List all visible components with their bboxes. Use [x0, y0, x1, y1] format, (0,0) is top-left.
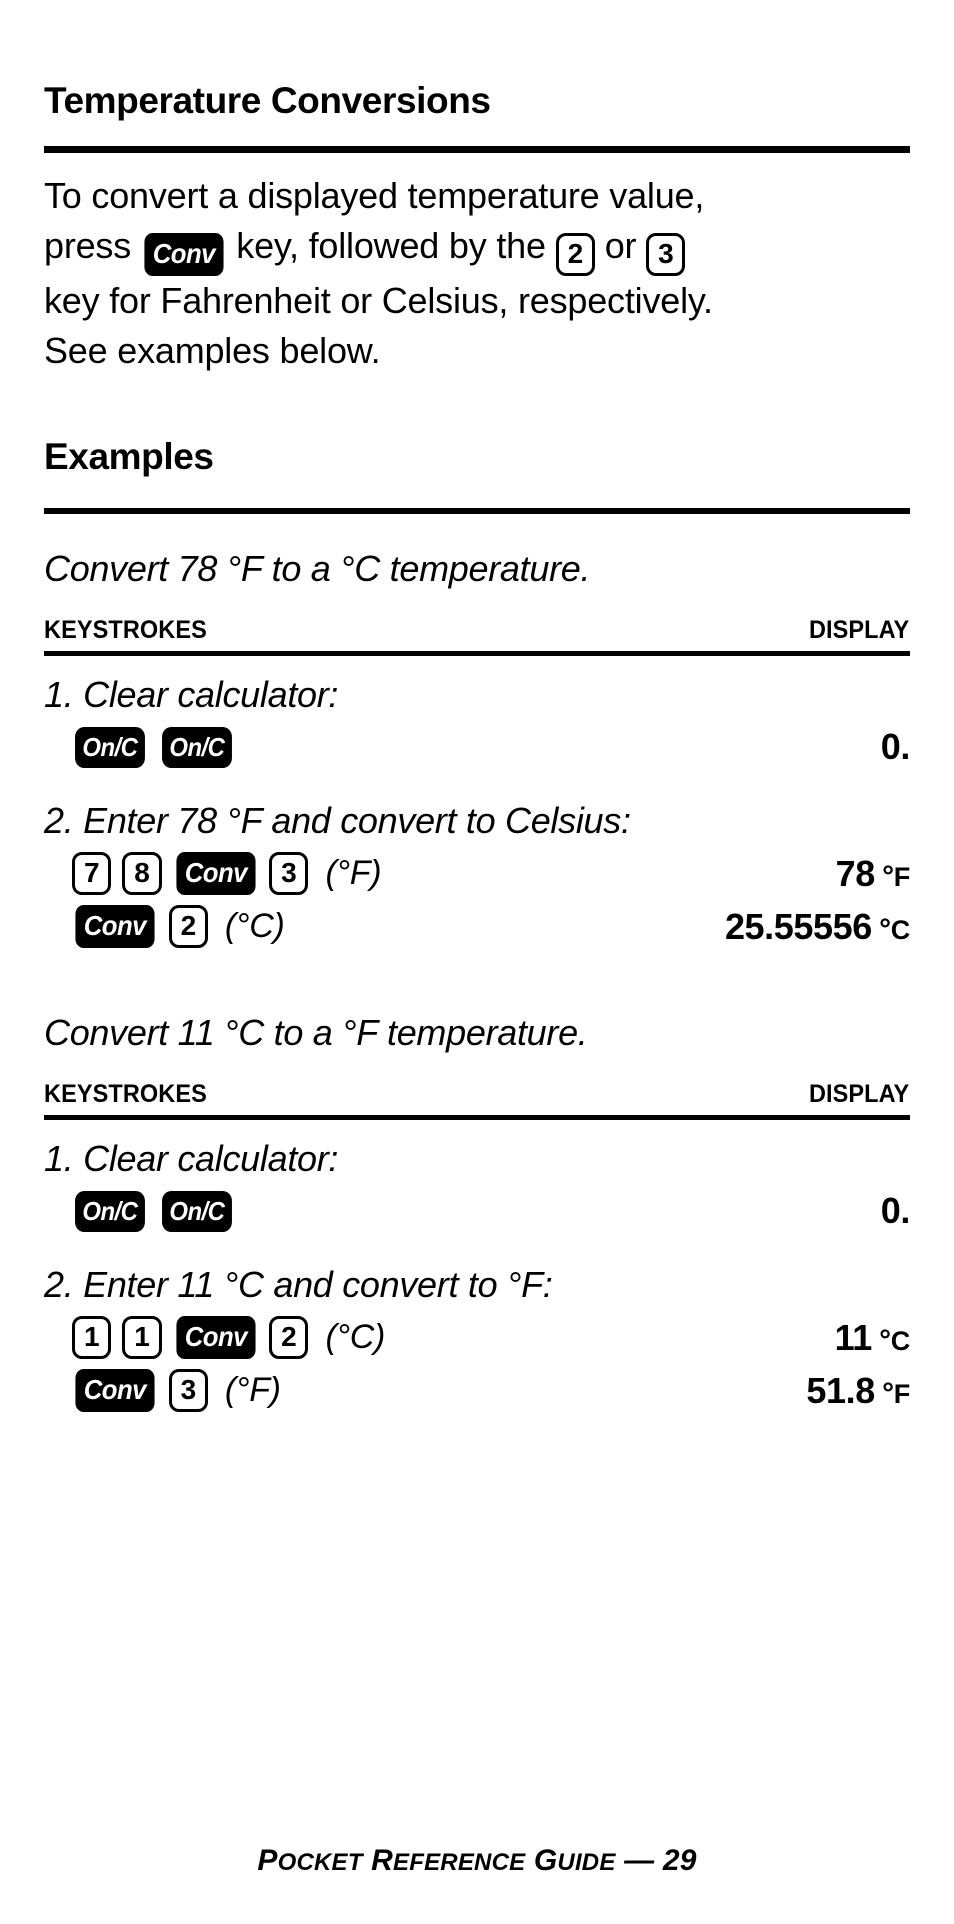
key-on-c: On/C — [161, 726, 232, 768]
footer-text: OCKET — [277, 1849, 363, 1876]
footer-text: G — [533, 1844, 558, 1877]
example-title: Convert 78 °F to a °C temperature. — [44, 548, 591, 590]
step-label: 1. Clear calculator: — [44, 674, 339, 716]
intro-text: See examples below. — [44, 330, 381, 372]
key-2: 2 — [269, 1316, 309, 1360]
keystroke-sequence: Conv 2 (°C) — [44, 905, 285, 949]
column-header-row: KEYSTROKES DISPLAY — [44, 616, 909, 645]
page-title: Temperature Conversions — [44, 79, 491, 121]
key-conv: Conv — [75, 905, 155, 949]
key-3: 3 — [168, 1369, 208, 1413]
footer-separator: — — [624, 1844, 655, 1877]
keystroke-row: 7 8 Conv 3 (°F) 78 °F — [44, 852, 911, 896]
keystroke-sequence: 7 8 Conv 3 (°F) — [44, 852, 382, 896]
key-7: 7 — [72, 852, 112, 896]
page-footer: POCKET REFERENCE GUIDE — 29 — [0, 1844, 954, 1878]
column-header-display: DISPLAY — [808, 616, 910, 645]
intro-text: key for Fahrenheit or Celsius, respectiv… — [44, 280, 713, 322]
step-label: 2. Enter 11 °C and convert to °F: — [44, 1264, 553, 1306]
key-conv: Conv — [144, 233, 224, 277]
intro-line-3: key for Fahrenheit or Celsius, respectiv… — [44, 276, 910, 326]
display-unit: °F — [882, 859, 910, 893]
key-2: 2 — [168, 905, 208, 949]
key-3: 3 — [269, 852, 309, 896]
manual-page: Temperature Conversions To convert a dis… — [44, 0, 910, 1924]
key-conv: Conv — [175, 852, 255, 896]
footer-text: EFERENCE — [393, 1849, 526, 1876]
key-2: 2 — [555, 233, 595, 277]
example-title: Convert 11 °C to a °F temperature. — [44, 1012, 588, 1054]
keystroke-annotation: (°F) — [325, 854, 382, 893]
footer-text: UIDE — [557, 1849, 616, 1876]
title-rule — [44, 146, 910, 154]
examples-container: Convert 78 °F to a °C temperature. KEYSTR… — [44, 548, 911, 1413]
keystroke-row: On/C On/C 0. — [44, 1190, 910, 1232]
intro-text: To convert a displayed temperature value… — [44, 175, 705, 217]
step-label: 2. Enter 78 °F and convert to Celsius: — [44, 800, 631, 842]
keystroke-sequence: On/C On/C — [44, 1190, 234, 1232]
intro-text: or — [604, 225, 637, 267]
display-value: 11 °C — [834, 1316, 911, 1358]
keystroke-sequence: 1 1 Conv 2 (°C) — [44, 1316, 386, 1360]
intro-paragraph: To convert a displayed temperature value… — [44, 171, 910, 376]
key-8: 8 — [122, 852, 162, 896]
display-value: 0. — [880, 726, 911, 768]
keystroke-sequence: On/C On/C — [44, 726, 234, 768]
keystroke-row: Conv 2 (°C) 25.55556 °C — [44, 905, 910, 949]
key-1: 1 — [72, 1316, 112, 1360]
column-header-rule — [44, 1115, 910, 1121]
column-header-display: DISPLAY — [808, 1080, 910, 1109]
keystroke-row: 1 1 Conv 2 (°C) 11 °C — [44, 1316, 911, 1360]
column-header-keystrokes: KEYSTROKES — [44, 1080, 207, 1109]
examples-rule — [44, 508, 910, 515]
key-conv: Conv — [75, 1369, 155, 1413]
column-header-keystrokes: KEYSTROKES — [44, 616, 207, 645]
display-value: 25.55556 °C — [724, 905, 910, 947]
key-on-c: On/C — [161, 1190, 232, 1232]
footer-text: R — [371, 1844, 394, 1877]
column-header-row: KEYSTROKES DISPLAY — [44, 1080, 909, 1109]
keystroke-row: On/C On/C 0. — [44, 726, 910, 768]
display-unit: °F — [882, 1376, 910, 1410]
examples-heading: Examples — [44, 435, 214, 477]
footer-page-number: 29 — [662, 1844, 697, 1877]
display-value: 51.8 °F — [806, 1369, 910, 1411]
keystroke-annotation: (°C) — [325, 1318, 386, 1357]
display-unit: °C — [879, 1323, 910, 1357]
display-value: 78 °F — [835, 852, 911, 894]
intro-line-1: To convert a displayed temperature value… — [44, 171, 910, 221]
column-header-rule — [44, 651, 910, 657]
display-unit: °C — [879, 912, 910, 946]
intro-text: press — [44, 225, 132, 267]
intro-text: key, followed by the — [236, 225, 546, 267]
intro-line-4: See examples below. — [44, 326, 910, 376]
key-1: 1 — [122, 1316, 162, 1360]
intro-line-2: press Conv key, followed by the 2 or 3 — [44, 221, 910, 277]
key-on-c: On/C — [75, 1190, 145, 1232]
keystroke-sequence: Conv 3 (°F) — [44, 1369, 281, 1413]
keystroke-annotation: (°C) — [224, 907, 285, 946]
key-3: 3 — [646, 233, 686, 277]
keystroke-row: Conv 3 (°F) 51.8 °F — [44, 1369, 910, 1413]
display-value: 0. — [880, 1190, 911, 1232]
key-conv: Conv — [175, 1316, 255, 1360]
keystroke-annotation: (°F) — [224, 1371, 281, 1410]
step-label: 1. Clear calculator: — [44, 1138, 339, 1180]
footer-text: P — [257, 1844, 278, 1877]
key-on-c: On/C — [75, 726, 145, 768]
